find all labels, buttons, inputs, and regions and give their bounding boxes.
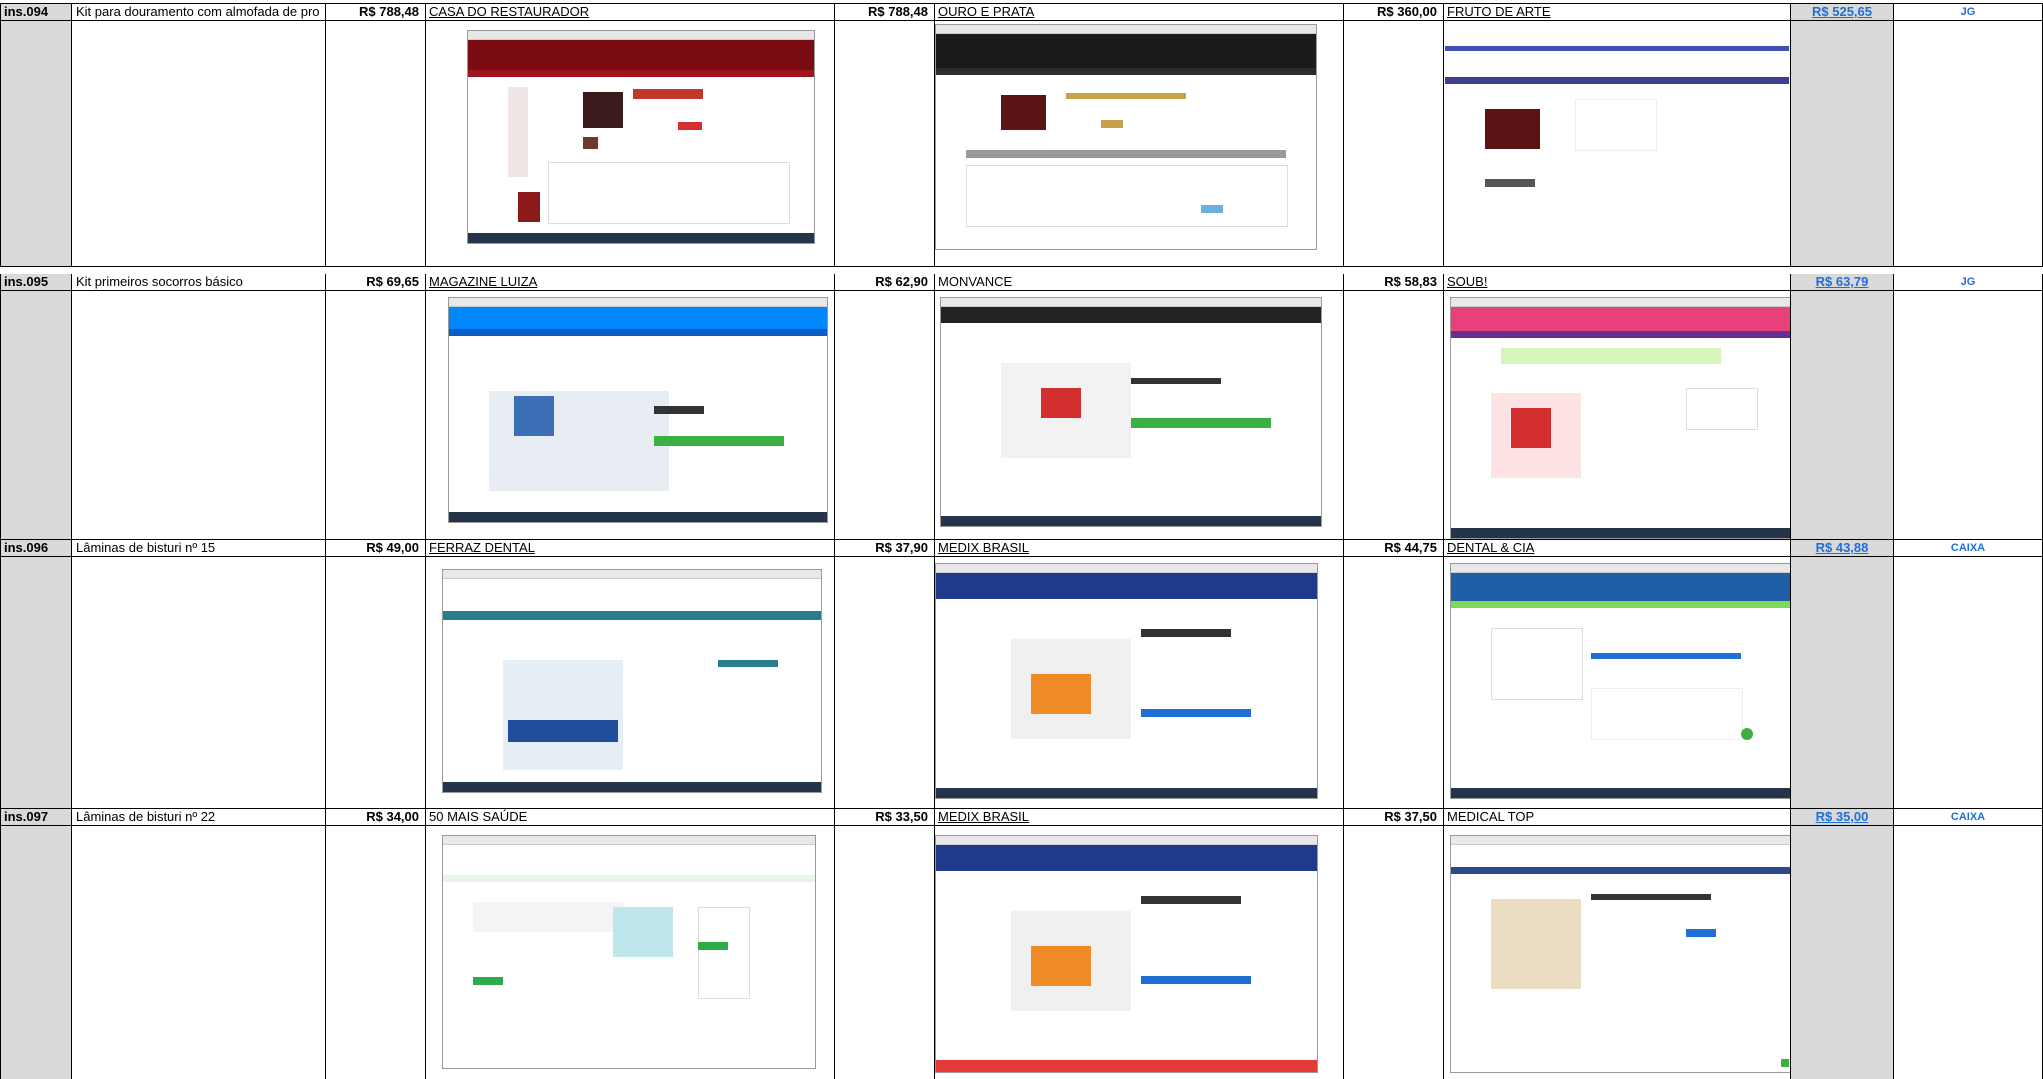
price-1-filler (326, 291, 426, 540)
screenshot-cell-1 (426, 826, 835, 1079)
unit-of-measure: JG (1894, 274, 2043, 291)
screenshot-cell-3 (1444, 557, 1791, 809)
price-3: R$ 37,50 (1344, 809, 1444, 826)
price-2-filler (835, 557, 935, 809)
item-code: ins.097 (0, 809, 72, 826)
average-filler (1791, 291, 1894, 540)
price-1-filler (326, 557, 426, 809)
unit-filler (1894, 826, 2043, 1079)
price-1-filler (326, 826, 426, 1079)
price-2: R$ 788,48 (835, 4, 935, 21)
store-1-link[interactable]: FERRAZ DENTAL (426, 540, 835, 557)
store-2-link[interactable]: MEDIX BRASIL (935, 540, 1344, 557)
screenshot-cell-2 (935, 291, 1344, 540)
screenshot-cell-2 (935, 826, 1344, 1079)
unit-filler (1894, 557, 2043, 809)
price-3: R$ 360,00 (1344, 4, 1444, 21)
store-screenshot (442, 835, 816, 1069)
store-screenshot (935, 563, 1318, 799)
unit-of-measure: CAIXA (1894, 809, 2043, 826)
store-screenshot (1450, 297, 1790, 539)
item-description: Lâminas de bisturi nº 15 (72, 540, 326, 557)
description-filler (72, 557, 326, 809)
price-3-filler (1344, 291, 1444, 540)
store-2-link[interactable]: MEDIX BRASIL (935, 809, 1344, 826)
store-1-link[interactable]: CASA DO RESTAURADOR (426, 4, 835, 21)
id-filler (0, 557, 72, 809)
screenshot-cell-3 (1444, 21, 1791, 267)
average-filler (1791, 826, 1894, 1079)
store-screenshot (442, 569, 822, 793)
store-screenshot (935, 835, 1318, 1073)
price-2: R$ 37,90 (835, 540, 935, 557)
unit-filler (1894, 291, 2043, 540)
average-filler (1791, 21, 1894, 267)
screenshot-cell-1 (426, 557, 835, 809)
screenshot-cell-3 (1444, 291, 1791, 540)
price-2: R$ 33,50 (835, 809, 935, 826)
store-screenshot (1450, 563, 1790, 799)
price-1-filler (326, 21, 426, 267)
item-description: Kit para douramento com almofada de pro (72, 4, 326, 21)
store-1-link[interactable]: MAGAZINE LUIZA (426, 274, 835, 291)
price-2-filler (835, 291, 935, 540)
unit-filler (1894, 21, 2043, 267)
unit-of-measure: JG (1894, 4, 2043, 21)
store-1-link[interactable]: 50 MAIS SAÚDE (426, 809, 835, 826)
store-2-link[interactable]: OURO E PRATA (935, 4, 1344, 21)
description-filler (72, 21, 326, 267)
price-3-filler (1344, 21, 1444, 267)
id-filler (0, 291, 72, 540)
screenshot-cell-1 (426, 291, 835, 540)
description-filler (72, 291, 326, 540)
id-filler (0, 826, 72, 1079)
average-price: R$ 525,65 (1791, 4, 1894, 21)
store-3-link[interactable]: MEDICAL TOP (1444, 809, 1791, 826)
store-screenshot (1444, 45, 1790, 232)
price-1: R$ 49,00 (326, 540, 426, 557)
average-price: R$ 63,79 (1791, 274, 1894, 291)
store-screenshot (935, 24, 1317, 250)
id-filler (0, 21, 72, 267)
price-2: R$ 62,90 (835, 274, 935, 291)
price-2-filler (835, 21, 935, 267)
average-price: R$ 35,00 (1791, 809, 1894, 826)
price-2-filler (835, 826, 935, 1079)
price-3-filler (1344, 557, 1444, 809)
price-3: R$ 44,75 (1344, 540, 1444, 557)
store-screenshot (467, 30, 815, 244)
store-2-link[interactable]: MONVANCE (935, 274, 1344, 291)
screenshot-cell-1 (426, 21, 835, 267)
store-screenshot (1450, 835, 1790, 1073)
price-quotation-sheet: ins.094 Kit para douramento com almofada… (0, 0, 2043, 1079)
item-code: ins.095 (0, 274, 72, 291)
screenshot-cell-3 (1444, 826, 1791, 1079)
item-code: ins.094 (0, 4, 72, 21)
description-filler (72, 826, 326, 1079)
store-3-link[interactable]: SOUB! (1444, 274, 1791, 291)
average-price: R$ 43,88 (1791, 540, 1894, 557)
price-3: R$ 58,83 (1344, 274, 1444, 291)
store-screenshot (448, 297, 828, 523)
store-3-link[interactable]: DENTAL & CIA (1444, 540, 1791, 557)
item-description: Lâminas de bisturi nº 22 (72, 809, 326, 826)
price-3-filler (1344, 826, 1444, 1079)
price-1: R$ 34,00 (326, 809, 426, 826)
average-filler (1791, 557, 1894, 809)
item-description: Kit primeiros socorros básico (72, 274, 326, 291)
store-screenshot (940, 297, 1322, 527)
unit-of-measure: CAIXA (1894, 540, 2043, 557)
store-3-link[interactable]: FRUTO DE ARTE (1444, 4, 1791, 21)
price-1: R$ 69,65 (326, 274, 426, 291)
item-code: ins.096 (0, 540, 72, 557)
screenshot-cell-2 (935, 557, 1344, 809)
screenshot-cell-2 (935, 21, 1344, 267)
price-1: R$ 788,48 (326, 4, 426, 21)
